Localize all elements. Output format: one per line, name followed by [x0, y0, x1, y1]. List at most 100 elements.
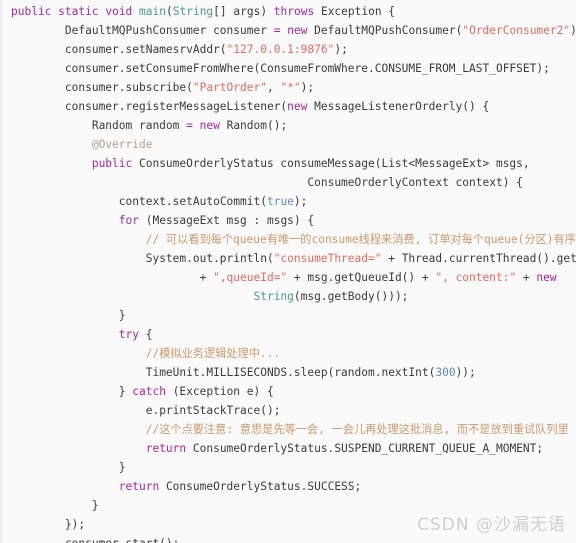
code-token-plain: context.setAutoCommit( [118, 195, 267, 208]
code-token-plain: } [91, 499, 99, 512]
code-token-plain: )); [455, 366, 476, 379]
code-line: } [3, 458, 576, 477]
code-screenshot: public static void main(String[] args) t… [0, 0, 576, 543]
code-line: return ConsumeOrderlyStatus.SUCCESS; [3, 477, 576, 496]
code-line: consumer.setNamesrvAddr("127.0.0.1:9876"… [3, 40, 576, 59]
code-token-plain: (msg.getBody())); [293, 290, 409, 303]
code-line: } catch (Exception e) { [3, 382, 576, 401]
code-token-type: main [139, 5, 166, 18]
code-token-plain: Exception { [314, 5, 396, 18]
code-line: TimeUnit.MILLISECONDS.sleep(random.nextI… [3, 363, 576, 382]
code-line: ConsumeOrderlyContext context) { [3, 173, 576, 192]
code-token-kw: new [199, 119, 220, 132]
code-token-str: "*" [280, 81, 301, 94]
code-token-kw: new [287, 24, 308, 37]
code-line: @Override [3, 135, 576, 154]
code-token-plain: (MessageExt msg : msgs) { [139, 214, 315, 227]
code-token-plain: { [139, 328, 153, 341]
code-token-plain: ConsumeOrderlyStatus consumeMessage(List… [132, 157, 530, 170]
code-token-op: = [186, 119, 193, 132]
code-line: return ConsumeOrderlyStatus.SUSPEND_CURR… [3, 439, 576, 458]
code-token-num: 300 [435, 366, 456, 379]
code-token-plain: + Thread.currentThread().getName() [388, 252, 576, 265]
code-token-plain: }); [64, 518, 86, 531]
code-token-plain: consumer.subscribe( [64, 81, 193, 94]
code-token-plain: } [118, 309, 126, 322]
code-token-str: "127.0.0.1:9876" [226, 43, 335, 56]
code-line: Random random = new Random(); [3, 116, 576, 135]
code-token-plain: consumer.setConsumeFromWhere(ConsumeFrom… [64, 62, 550, 75]
code-token-plain: } [118, 385, 133, 398]
code-line: try { [3, 325, 576, 344]
code-token-plain: ConsumeOrderlyStatus.SUCCESS; [159, 480, 362, 493]
code-token-plain: } [118, 461, 126, 474]
code-token-kw: catch [132, 385, 166, 398]
code-token-plain: + [199, 271, 214, 284]
code-line: public ConsumeOrderlyStatus consumeMessa… [3, 154, 576, 173]
code-line: consumer.subscribe("PartOrder", "*"); [3, 78, 576, 97]
code-line: consumer.registerMessageListener(new Mes… [3, 97, 576, 116]
code-line: } [3, 306, 576, 325]
code-token-ann: @Override [91, 138, 153, 151]
code-line: for (MessageExt msg : msgs) { [3, 211, 576, 230]
code-token-kw: return [118, 480, 160, 493]
code-token-kw: throws [273, 5, 315, 18]
code-token-plain: + msg.getQueueId() + [287, 271, 436, 284]
code-token-plain: + [516, 271, 537, 284]
code-token-plain: ); [334, 43, 348, 56]
code-line: consumer.setConsumeFromWhere(ConsumeFrom… [3, 59, 576, 78]
code-token-kw: new [287, 100, 308, 113]
code-token-plain: consumer.start(); [65, 537, 180, 543]
code-token-plain: ); [293, 195, 308, 208]
code-token-type: String [172, 5, 214, 18]
code-line: //这个点要注意: 意思是先等一会, 一会儿再处理这批消息, 而不是放到重试队列… [3, 420, 576, 439]
code-token-kw: static [58, 5, 99, 18]
code-line: String(msg.getBody())); [3, 287, 576, 306]
code-token-kw: return [145, 442, 187, 455]
code-token-str: "PartOrder" [192, 81, 267, 94]
code-token-str: ",queueId=" [213, 271, 288, 284]
code-token-plain: ); [570, 24, 576, 37]
code-line: public static void main(String[] args) t… [3, 2, 576, 21]
code-token-plain: System.out.println( [145, 252, 274, 265]
code-token-num: true [266, 195, 294, 208]
code-token-str: ", content:" [435, 271, 517, 284]
code-line: consumer.start(); [3, 534, 576, 543]
code-token-kw: for [118, 214, 139, 227]
code-token-plain: [] args) [213, 5, 274, 18]
code-line: context.setAutoCommit(true); [3, 192, 576, 211]
code-token-type: String [253, 290, 294, 303]
code-line: + ",queueId=" + msg.getQueueId() + ", co… [3, 268, 576, 287]
code-token-plain: Random(); [219, 119, 288, 132]
code-token-kw: void [105, 5, 133, 18]
code-token-kw: public [11, 5, 52, 18]
code-token-str: "OrderConsumer2" [462, 24, 571, 37]
csdn-watermark: CSDN @沙漏无语 [417, 515, 566, 535]
code-line: e.printStackTrace(); [3, 401, 576, 420]
code-token-str: "consumeThread=" [273, 252, 382, 265]
code-token-plain: (Exception e) { [165, 385, 274, 398]
code-token-plain: , [266, 81, 281, 94]
code-token-kw: new [536, 271, 557, 284]
code-token-cmt: //这个点要注意: 意思是先等一会, 一会儿再处理这批消息, 而不是放到重试队列… [145, 423, 569, 436]
code-line: // 可以看到每个queue有唯一的consume线程来消费, 订单对每个que… [3, 230, 576, 249]
code-token-kw: try [118, 328, 139, 341]
code-token-kw: public [91, 157, 133, 170]
code-line: //模拟业务逻辑处理中... [3, 344, 576, 363]
code-token-plain: DefaultMQPushConsumer consumer [64, 24, 274, 37]
code-token-plain: Random random [91, 119, 187, 132]
code-token-plain: consumer.setNamesrvAddr( [64, 43, 227, 56]
code-token-plain: ); [300, 81, 315, 94]
code-token-cmt: //模拟业务逻辑处理中... [145, 347, 281, 360]
code-token-plain: TimeUnit.MILLISECONDS.sleep(random.nextI… [145, 366, 436, 379]
code-line: DefaultMQPushConsumer consumer = new Def… [3, 21, 576, 40]
code-token-plain: ConsumeOrderlyContext context) { [307, 176, 523, 189]
code-block[interactable]: public static void main(String[] args) t… [0, 0, 576, 543]
code-token-plain: ( [166, 5, 173, 18]
code-token-plain: e.printStackTrace(); [145, 404, 281, 417]
code-token-plain: MessageListenerOrderly() { [307, 100, 490, 113]
code-token-cmt: // 可以看到每个queue有唯一的consume线程来消费, 订单对每个que… [145, 233, 576, 246]
code-token-plain: ConsumeOrderlyStatus.SUSPEND_CURRENT_QUE… [186, 442, 544, 455]
code-token-plain: consumer.registerMessageListener( [64, 100, 288, 113]
